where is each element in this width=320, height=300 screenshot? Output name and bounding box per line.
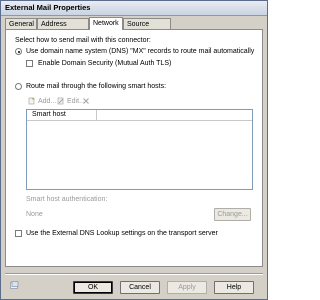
add-icon — [28, 97, 35, 105]
help-button[interactable]: Help — [214, 281, 254, 294]
ok-button[interactable]: OK — [73, 281, 113, 294]
edit-button[interactable]: Edit... — [57, 97, 85, 105]
properties-icon — [10, 281, 19, 289]
auth-value: None — [26, 211, 43, 218]
tab-general-label: General — [9, 21, 34, 28]
column-divider — [96, 110, 97, 120]
smart-host-radio[interactable] — [15, 83, 22, 90]
tls-checkbox[interactable] — [26, 60, 33, 67]
tab-source-server[interactable]: Source Server — [123, 18, 171, 39]
dns-radio[interactable] — [15, 48, 22, 55]
external-dns-checkbox[interactable] — [15, 230, 22, 237]
cancel-button[interactable]: Cancel — [120, 281, 160, 294]
add-button[interactable]: Add... — [28, 97, 56, 105]
network-tab-panel: Select how to send mail with this connec… — [5, 29, 263, 267]
tls-option-label: Enable Domain Security (Mutual Auth TLS) — [38, 60, 172, 67]
route-heading: Select how to send mail with this connec… — [15, 37, 151, 44]
tab-general[interactable]: General — [5, 18, 37, 29]
tab-address-space[interactable]: Address Space — [37, 18, 89, 39]
change-button[interactable]: Change... — [214, 208, 251, 221]
footer-divider-highlight — [5, 274, 263, 275]
window-title: External Mail Properties — [5, 3, 91, 12]
add-label: Add... — [38, 97, 57, 105]
auth-label: Smart host authentication: — [26, 196, 108, 203]
edit-icon — [57, 97, 64, 105]
tab-network[interactable]: Network — [89, 17, 123, 30]
smart-host-option-label: Route mail through the following smart h… — [26, 83, 167, 90]
properties-window: External Mail Properties General Address… — [0, 0, 268, 300]
remove-icon — [83, 98, 89, 104]
dns-option-label: Use domain name system (DNS) "MX" record… — [26, 48, 255, 55]
tab-network-label: Network — [93, 20, 119, 27]
smart-host-column-header[interactable]: Smart host — [27, 110, 252, 121]
remove-button[interactable] — [82, 97, 90, 105]
smart-host-list[interactable]: Smart host — [26, 109, 253, 190]
title-bar[interactable]: External Mail Properties — [1, 1, 267, 16]
apply-button[interactable]: Apply — [167, 281, 207, 294]
smart-host-column-label: Smart host — [32, 111, 66, 118]
external-dns-label: Use the External DNS Lookup settings on … — [26, 230, 218, 237]
